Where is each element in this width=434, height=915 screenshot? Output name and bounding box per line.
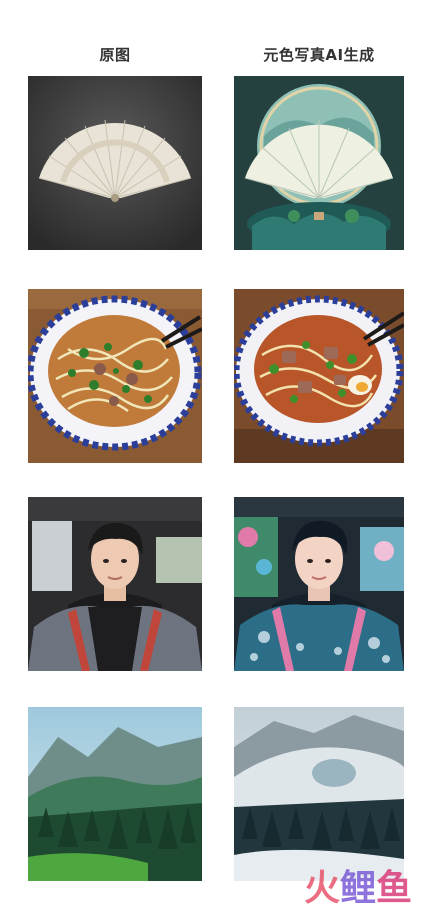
watermark-char-3: 鱼	[375, 868, 412, 909]
image-fan-original	[28, 76, 202, 250]
watermark-char-2: 鲤	[339, 868, 376, 909]
image-fan-generated	[234, 76, 404, 250]
watermark-logo: 火 鲤 鱼	[304, 865, 412, 909]
image-portrait-original	[28, 497, 202, 671]
image-noodles-generated	[234, 289, 404, 463]
header-generated: 元色写真AI生成	[263, 46, 375, 64]
image-landscape-generated	[234, 707, 404, 881]
image-portrait-generated	[234, 497, 404, 671]
image-landscape-original	[28, 707, 202, 881]
watermark-char-1: 火	[303, 868, 340, 909]
header-original: 原图	[99, 46, 131, 64]
image-noodles-original	[28, 289, 202, 463]
